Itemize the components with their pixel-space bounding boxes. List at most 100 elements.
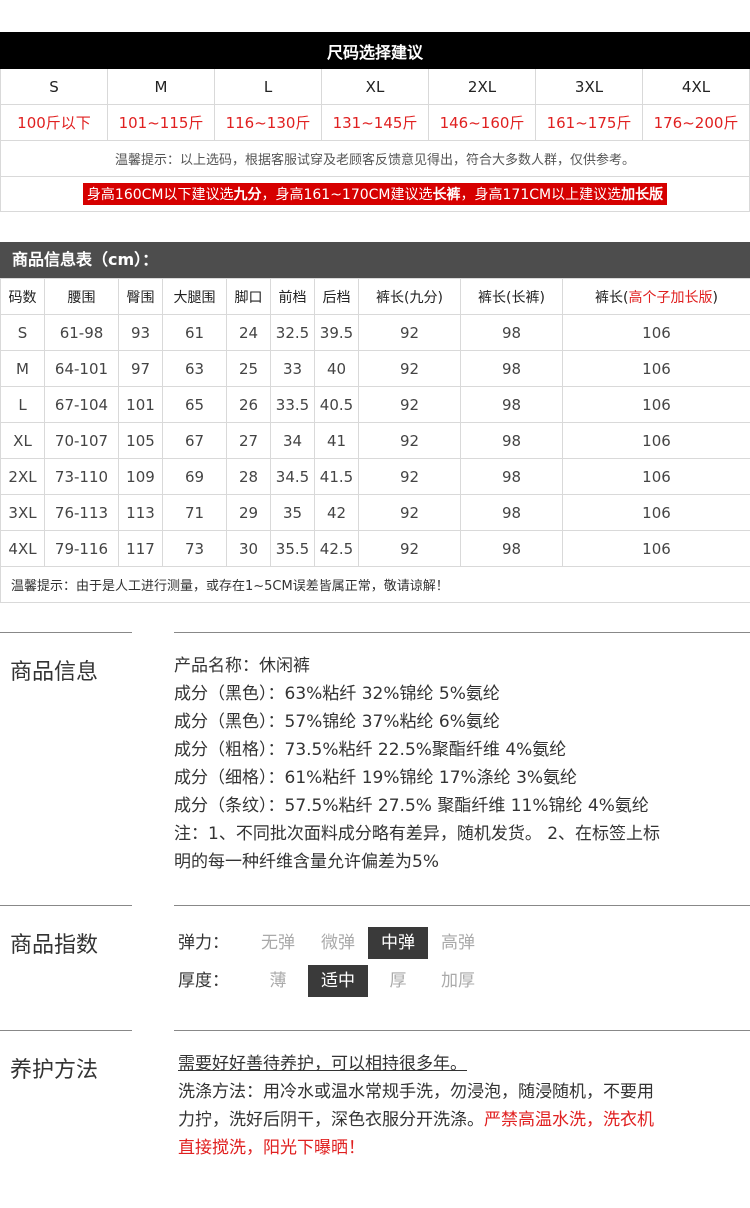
size-cell: M	[107, 68, 215, 105]
table-cell: S	[0, 314, 45, 351]
elasticity-option-selected: 中弹	[368, 927, 428, 959]
table-row: XL 70-107 105 67 27 34 41 92 98 106	[0, 422, 750, 459]
table-cell: 61	[162, 314, 227, 351]
details-line: 成分（粗格）：73.5%粘纤 22.5%聚酯纤维 4%氨纶	[174, 740, 567, 760]
table-cell: 42.5	[314, 530, 359, 567]
elasticity-row: 弹力： 无弹 微弹 中弹 高弹	[174, 927, 488, 959]
table-cell: 79-116	[44, 530, 119, 567]
table-cell: XL	[0, 422, 45, 459]
size-tip: 温馨提示：以上选码，根据客服试穿及老顾客反馈意见得出，符合大多数人群，仅供参考。	[0, 140, 750, 177]
care-warning: 严禁高温水洗，洗衣机	[484, 1110, 654, 1130]
table-cell: 40.5	[314, 386, 359, 423]
table-cell: 2XL	[0, 458, 45, 495]
table-row: L 67-104 101 65 26 33.5 40.5 92 98 106	[0, 386, 750, 423]
details-line: 成分（黑色）：57%锦纶 37%粘纶 6%氨纶	[174, 712, 500, 732]
indices-body: 弹力： 无弹 微弹 中弹 高弹 厚度： 薄 适中 厚 加厚	[174, 927, 488, 1003]
column-header: 脚口	[226, 278, 271, 315]
table-cell: 34.5	[270, 458, 315, 495]
table-row: 4XL 79-116 117 73 30 35.5 42.5 92 98 106	[0, 530, 750, 567]
details-line: 明的每一种纤维含量允许偏差为5%	[174, 852, 439, 872]
table-cell: 73	[162, 530, 227, 567]
table-cell: 98	[460, 422, 563, 459]
table-cell: 40	[314, 350, 359, 387]
product-info-header: 商品信息表（cm）：	[0, 242, 750, 278]
column-header-long: 裤长(高个子加长版)	[562, 278, 750, 315]
table-cell: 98	[460, 314, 563, 351]
thickness-option: 加厚	[441, 971, 475, 991]
table-cell: 106	[562, 458, 750, 495]
table-cell: 28	[226, 458, 271, 495]
thickness-option-selected: 适中	[308, 965, 368, 997]
table-cell: 106	[562, 350, 750, 387]
table-cell: 92	[358, 314, 461, 351]
care-heading: 需要好好善待养护，可以相持很多年。	[178, 1054, 467, 1074]
indices-title: 商品指数	[10, 933, 99, 958]
table-cell: 92	[358, 386, 461, 423]
care-line: 力拧，洗好后阴干，深色衣服分开洗涤。严禁高温水洗，洗衣机	[178, 1110, 654, 1130]
column-header: 腰围	[44, 278, 119, 315]
divider	[0, 905, 132, 906]
table-cell: 41	[314, 422, 359, 459]
table-cell: 65	[162, 386, 227, 423]
height-recommendation: 身高160CM以下建议选九分，身高161~170CM建议选长裤，身高171CM以…	[0, 176, 750, 212]
table-cell: 25	[226, 350, 271, 387]
table-cell: 98	[460, 530, 563, 567]
table-cell: 33	[270, 350, 315, 387]
table-cell: 92	[358, 422, 461, 459]
size-cell: 2XL	[428, 68, 536, 105]
table-cell: 117	[118, 530, 163, 567]
column-header: 臀围	[118, 278, 163, 315]
size-cell: L	[214, 68, 322, 105]
divider	[0, 632, 132, 633]
table-cell: 4XL	[0, 530, 45, 567]
table-cell: 98	[460, 350, 563, 387]
weight-cell: 101~115斤	[107, 104, 215, 141]
table-cell: 26	[226, 386, 271, 423]
table-cell: 70-107	[44, 422, 119, 459]
elasticity-option: 高弹	[441, 933, 475, 953]
size-chart-title: 尺码选择建议	[0, 32, 750, 69]
details-body: 产品名称：休闲裤 成分（黑色）：63%粘纤 32%锦纶 5%氨纶 成分（黑色）：…	[174, 652, 660, 876]
table-cell: 63	[162, 350, 227, 387]
table-cell: 39.5	[314, 314, 359, 351]
elasticity-option: 无弹	[261, 933, 295, 953]
table-cell: M	[0, 350, 45, 387]
table-cell: 93	[118, 314, 163, 351]
table-cell: 69	[162, 458, 227, 495]
table-cell: 106	[562, 494, 750, 531]
table-cell: 27	[226, 422, 271, 459]
size-recommendation-table: 尺码选择建议 S M L XL 2XL 3XL 4XL 100斤以下 101~1…	[0, 32, 750, 212]
table-cell: 106	[562, 530, 750, 567]
table-cell: 98	[460, 494, 563, 531]
table-row: 2XL 73-110 109 69 28 34.5 41.5 92 98 106	[0, 458, 750, 495]
table-cell: L	[0, 386, 45, 423]
divider	[174, 632, 750, 633]
table-cell: 73-110	[44, 458, 119, 495]
table-cell: 34	[270, 422, 315, 459]
measurement-table: 码数 腰围 臀围 大腿围 脚口 前档 后档 裤长(九分) 裤长(长裤) 裤长(高…	[0, 278, 750, 603]
table-cell: 32.5	[270, 314, 315, 351]
column-header: 大腿围	[162, 278, 227, 315]
table-cell: 61-98	[44, 314, 119, 351]
details-line: 成分（黑色）：63%粘纤 32%锦纶 5%氨纶	[174, 684, 500, 704]
column-header: 码数	[0, 278, 45, 315]
details-line: 成分（条纹）：57.5%粘纤 27.5% 聚酯纤维 11%锦纶 4%氨纶	[174, 796, 649, 816]
table-cell: 98	[460, 458, 563, 495]
table-cell: 42	[314, 494, 359, 531]
table-cell: 35.5	[270, 530, 315, 567]
thickness-option: 薄	[269, 971, 287, 991]
measurement-header-row: 码数 腰围 臀围 大腿围 脚口 前档 后档 裤长(九分) 裤长(长裤) 裤长(高…	[0, 278, 750, 315]
table-cell: 67-104	[44, 386, 119, 423]
table-cell: 113	[118, 494, 163, 531]
table-cell: 101	[118, 386, 163, 423]
table-cell: 106	[562, 386, 750, 423]
measurement-note: 温馨提示：由于是人工进行测量，或存在1~5CM误差皆属正常，敬请谅解！	[0, 566, 750, 603]
details-title: 商品信息	[10, 660, 99, 685]
table-row: S 61-98 93 61 24 32.5 39.5 92 98 106	[0, 314, 750, 351]
elasticity-label: 弹力：	[178, 933, 229, 953]
table-cell: 106	[562, 314, 750, 351]
table-cell: 109	[118, 458, 163, 495]
weight-cell: 116~130斤	[214, 104, 322, 141]
table-cell: 24	[226, 314, 271, 351]
table-cell: 92	[358, 494, 461, 531]
